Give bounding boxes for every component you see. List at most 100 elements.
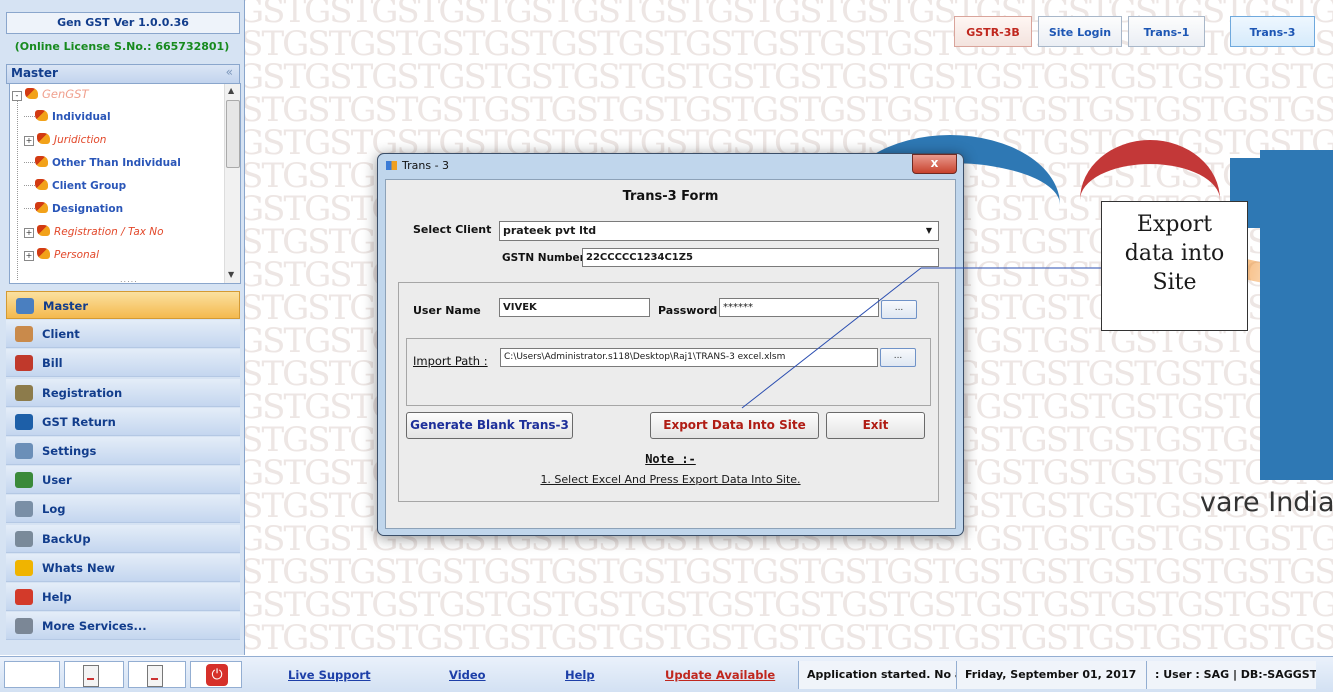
- expand-icon[interactable]: +: [24, 228, 34, 238]
- brand-text: vare India: [1200, 487, 1333, 518]
- tree-scrollbar[interactable]: ▲ ▼: [224, 84, 240, 283]
- nav-settings[interactable]: Settings: [6, 437, 240, 465]
- tree-node-icon: [35, 156, 48, 167]
- dialog-title: Trans - 3: [402, 159, 450, 172]
- gstn-field[interactable]: 22CCCCC1234C1Z5: [582, 248, 939, 267]
- nav-log[interactable]: Log: [6, 495, 240, 524]
- tree-item-label: Client Group: [52, 180, 127, 192]
- tree-item[interactable]: Designation: [24, 199, 123, 219]
- nav-client[interactable]: Client: [6, 320, 240, 349]
- tree-item[interactable]: - GenGST: [12, 84, 89, 104]
- status-date: Friday, September 01, 2017: [956, 661, 1146, 689]
- help-icon: [15, 589, 33, 605]
- pane-icon: [83, 665, 99, 687]
- select-client-dropdown[interactable]: prateek pvt ltd ▼: [499, 221, 939, 241]
- nav-backup[interactable]: BackUp: [6, 524, 240, 553]
- tree-node-icon: [37, 248, 50, 259]
- nav-label: Whats New: [42, 560, 116, 575]
- tree-item[interactable]: + Juridiction: [24, 130, 106, 150]
- nav-registration[interactable]: Registration: [6, 378, 240, 407]
- tree-item[interactable]: + Personal: [24, 245, 99, 265]
- tree-item-label: GenGST: [42, 87, 89, 101]
- tree-item[interactable]: Client Group: [24, 176, 126, 196]
- nav-whats-new[interactable]: Whats New: [6, 553, 240, 582]
- pane-icon: [147, 665, 163, 687]
- bill-icon: [15, 355, 33, 372]
- tree-connector: [24, 185, 35, 186]
- nav-more-services[interactable]: More Services...: [6, 612, 240, 641]
- status-message: Application started. No a: [798, 661, 956, 689]
- watermark-row: GSTGSTGSTGSTGSTGSTGSTGSTGSTGSTGSTGSTGSTG…: [245, 57, 1333, 97]
- top-site-login-button[interactable]: Site Login: [1038, 16, 1122, 47]
- collapse-icon[interactable]: «: [226, 65, 233, 79]
- nav-help[interactable]: Help: [6, 583, 240, 611]
- dialog-body: Trans-3 Form Select Client prateek pvt l…: [385, 179, 956, 529]
- backup-icon: [15, 530, 33, 547]
- bottom-link-help[interactable]: Help: [565, 668, 595, 682]
- tree-item-label: Designation: [52, 203, 124, 215]
- tree-item-label: Other Than Individual: [52, 157, 181, 169]
- nav-bill[interactable]: Bill: [6, 349, 240, 378]
- import-path-field[interactable]: C:\Users\Administrator.s118\Desktop\Raj1…: [500, 348, 878, 367]
- export-data-into-site-button[interactable]: Export Data Into Site: [650, 412, 819, 439]
- select-client-value: prateek pvt ltd: [503, 224, 597, 237]
- nav-user[interactable]: User: [6, 466, 240, 495]
- tree-connector: [24, 162, 35, 163]
- scroll-up-icon[interactable]: ▲: [228, 86, 234, 95]
- tree-item[interactable]: Individual: [24, 107, 111, 127]
- tree-node-icon: [35, 110, 48, 121]
- top-trans-1-button[interactable]: Trans-1: [1128, 16, 1205, 47]
- nav-label: GST Return: [42, 414, 116, 429]
- collapse-tree-icon[interactable]: -: [12, 91, 22, 101]
- tree-node-icon: [37, 133, 50, 144]
- tree-item-label: Registration / Tax No: [54, 226, 164, 238]
- left-panel: Gen GST Ver 1.0.0.36 (Online License S.N…: [0, 0, 245, 655]
- tree-item[interactable]: Other Than Individual: [24, 153, 181, 173]
- scroll-down-icon[interactable]: ▼: [228, 270, 234, 279]
- tree-node-icon: [35, 202, 48, 213]
- nav-gst-return[interactable]: GST Return: [6, 407, 240, 436]
- expand-icon[interactable]: +: [24, 136, 34, 146]
- tree-item-label: Individual: [52, 111, 111, 123]
- master-panel-title: Master: [11, 66, 58, 80]
- password-browse-button[interactable]: ...: [881, 300, 917, 319]
- import-path-label: Import Path :: [413, 354, 488, 368]
- bottom-link-update-available[interactable]: Update Available: [665, 668, 775, 682]
- top-trans-3-button[interactable]: Trans-3: [1230, 16, 1315, 47]
- registration-icon: [15, 384, 33, 401]
- tree-resize-grip[interactable]: .....: [120, 275, 138, 283]
- chevron-down-icon[interactable]: ▼: [926, 222, 932, 240]
- bottom-link-live-support[interactable]: Live Support: [288, 668, 371, 682]
- minimize-pane-button[interactable]: [64, 661, 124, 688]
- user-name-field[interactable]: VIVEK: [499, 298, 650, 317]
- close-button[interactable]: x: [912, 154, 957, 174]
- bottom-link-video[interactable]: Video: [449, 668, 486, 682]
- trans3-dialog: Trans - 3 x Trans-3 Form Select Client p…: [377, 153, 964, 536]
- master-panel-header: Master «: [6, 64, 240, 84]
- nav-label: User: [42, 473, 72, 488]
- tree-item[interactable]: + Registration / Tax No: [24, 222, 164, 242]
- nav-label: Bill: [42, 356, 63, 371]
- top-gstr-3b-button[interactable]: GSTR-3B: [954, 16, 1032, 47]
- window-icon: [386, 161, 397, 170]
- scroll-thumb[interactable]: [226, 100, 240, 168]
- watermark-row: GSTGSTGSTGSTGSTGSTGSTGSTGSTGSTGSTGSTGSTG…: [245, 618, 1333, 656]
- import-browse-button[interactable]: ...: [880, 348, 916, 367]
- master-tree[interactable]: ▲ ▼ ..... - GenGST Individual + Juridiction O…: [9, 83, 241, 284]
- password-field[interactable]: ******: [719, 298, 879, 317]
- nav-label: Client: [42, 327, 80, 342]
- gstn-label: GSTN Number: [502, 252, 585, 264]
- generate-blank-trans3-button[interactable]: Generate Blank Trans-3: [406, 412, 573, 439]
- restore-pane-button[interactable]: [128, 661, 186, 688]
- nav-label: More Services...: [42, 619, 147, 634]
- exit-button[interactable]: Exit: [826, 412, 925, 439]
- gst-return-icon: [15, 413, 33, 430]
- nav-label: Master: [43, 299, 89, 313]
- tree-node-icon: [35, 179, 48, 190]
- nav-label: Log: [42, 502, 66, 517]
- power-button[interactable]: ⏻: [190, 661, 242, 688]
- user-icon: [15, 472, 33, 489]
- expand-icon[interactable]: +: [24, 251, 34, 261]
- master-icon: [16, 298, 34, 314]
- nav-master[interactable]: Master: [6, 291, 240, 319]
